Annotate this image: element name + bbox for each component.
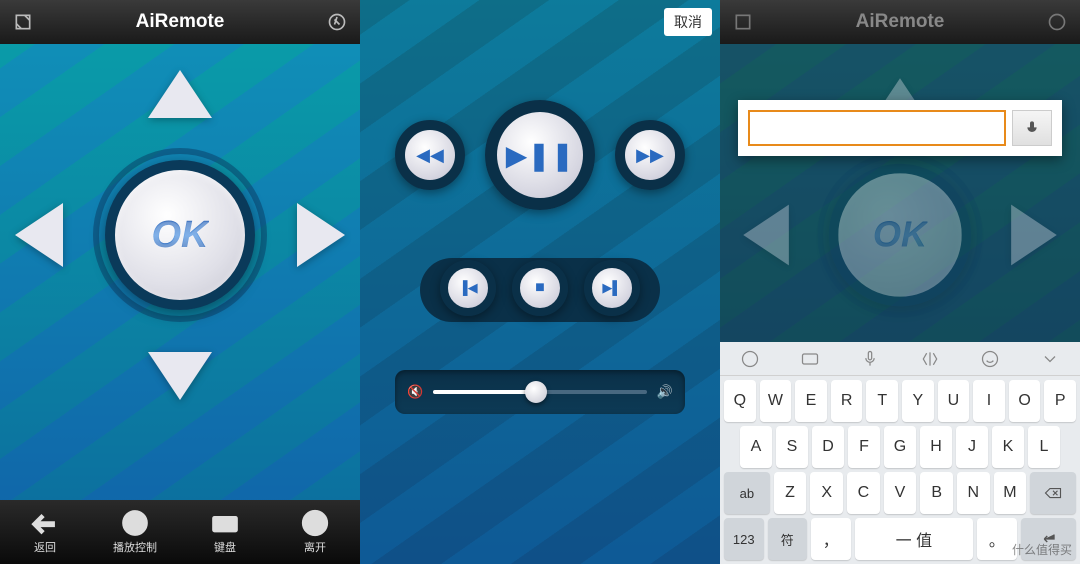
tag-icon[interactable] [322, 7, 352, 37]
key-i[interactable]: I [973, 380, 1005, 422]
nav-play-control[interactable]: 播放控制 [90, 500, 180, 564]
dpad-left[interactable] [15, 203, 63, 267]
kb-emoji-icon[interactable] [980, 349, 1000, 369]
back-arrow-icon [31, 509, 59, 537]
volume-mute-icon: 🔇 [407, 384, 423, 400]
key-backspace[interactable] [1030, 472, 1076, 514]
rewind-icon: ◀◀ [416, 145, 444, 166]
key-c[interactable]: C [847, 472, 880, 514]
key-h[interactable]: H [920, 426, 952, 468]
app-title: AiRemote [758, 11, 1042, 33]
dpad-right[interactable] [297, 203, 345, 267]
expand-icon[interactable] [728, 7, 758, 37]
search-input[interactable] [748, 110, 1006, 146]
tag-icon[interactable] [1042, 7, 1072, 37]
key-w[interactable]: W [760, 380, 792, 422]
expand-icon[interactable] [8, 7, 38, 37]
key-space[interactable]: 一 值 [855, 518, 974, 560]
key-f[interactable]: F [848, 426, 880, 468]
nav-back[interactable]: 返回 [0, 500, 90, 564]
key-s[interactable]: S [776, 426, 808, 468]
dpad-up[interactable] [148, 70, 212, 118]
keyboard-row-3: ab ZXCVBNM [720, 468, 1080, 514]
play-circle-icon [121, 509, 149, 537]
prev-track-button[interactable]: ▐◀ [440, 260, 496, 316]
key-g[interactable]: G [884, 426, 916, 468]
key-q[interactable]: Q [724, 380, 756, 422]
key-enter[interactable] [1021, 518, 1076, 560]
key-numbers[interactable]: 123 [724, 518, 764, 560]
key-o[interactable]: O [1009, 380, 1041, 422]
dpad-ok-button[interactable]: OK [105, 160, 255, 310]
key-a[interactable]: A [740, 426, 772, 468]
key-comma[interactable]: ， [811, 518, 851, 560]
microphone-icon [1024, 120, 1040, 136]
kb-layout-icon[interactable] [800, 349, 820, 369]
volume-slider[interactable]: 🔇 🔊 [395, 370, 685, 414]
rewind-button[interactable]: ◀◀ [395, 120, 465, 190]
volume-thumb[interactable] [525, 381, 547, 403]
kb-microphone-icon[interactable] [860, 349, 880, 369]
keyboard-row-1: QWERTYUIOP [720, 376, 1080, 422]
key-m[interactable]: M [994, 472, 1027, 514]
kb-cursor-icon[interactable] [920, 349, 940, 369]
key-y[interactable]: Y [902, 380, 934, 422]
top-bar: AiRemote [720, 0, 1080, 44]
key-t[interactable]: T [866, 380, 898, 422]
enter-icon [1039, 530, 1057, 548]
key-shift[interactable]: ab [724, 472, 770, 514]
next-track-icon: ▶▌ [602, 280, 621, 296]
key-v[interactable]: V [884, 472, 917, 514]
play-pause-icon: ▶❚❚ [506, 139, 574, 172]
keyboard-icon [211, 509, 239, 537]
play-pause-button[interactable]: ▶❚❚ [485, 100, 595, 210]
key-l[interactable]: L [1028, 426, 1060, 468]
prev-track-icon: ▐◀ [458, 280, 477, 296]
next-track-button[interactable]: ▶▌ [584, 260, 640, 316]
key-r[interactable]: R [831, 380, 863, 422]
volume-max-icon: 🔊 [657, 384, 673, 400]
keyboard-row-2: ASDFGHJKL [720, 422, 1080, 468]
key-b[interactable]: B [920, 472, 953, 514]
keyboard-toolbar [720, 342, 1080, 376]
fast-forward-button[interactable]: ▶▶ [615, 120, 685, 190]
stop-button[interactable]: ■ [512, 260, 568, 316]
bottom-nav: 返回 播放控制 键盘 离开 [0, 500, 360, 564]
key-j[interactable]: J [956, 426, 988, 468]
ok-label: OK [152, 214, 209, 257]
stop-icon: ■ [535, 279, 545, 297]
key-x[interactable]: X [810, 472, 843, 514]
app-title: AiRemote [38, 11, 322, 33]
keyboard: QWERTYUIOP ASDFGHJKL ab ZXCVBNM 123 符 ， … [720, 342, 1080, 564]
dpad: OK [25, 80, 335, 390]
nav-keyboard[interactable]: 键盘 [180, 500, 270, 564]
dpad-down[interactable] [148, 352, 212, 400]
key-symbols[interactable]: 符 [768, 518, 808, 560]
key-period[interactable]: 。 [977, 518, 1017, 560]
key-p[interactable]: P [1044, 380, 1076, 422]
kb-collapse-icon[interactable] [1040, 349, 1060, 369]
top-bar: AiRemote [0, 0, 360, 44]
key-n[interactable]: N [957, 472, 990, 514]
key-k[interactable]: K [992, 426, 1024, 468]
cancel-button[interactable]: 取消 [664, 8, 712, 36]
media-transport-row: ◀◀ ▶❚❚ ▶▶ [395, 100, 685, 210]
keyboard-row-4: 123 符 ， 一 值 。 [720, 514, 1080, 560]
key-u[interactable]: U [938, 380, 970, 422]
search-container [738, 100, 1062, 156]
voice-input-button[interactable] [1012, 110, 1052, 146]
leave-icon [301, 509, 329, 537]
kb-logo-icon[interactable] [740, 349, 760, 369]
key-e[interactable]: E [795, 380, 827, 422]
key-z[interactable]: Z [774, 472, 807, 514]
top-bar: 取消 [360, 0, 720, 44]
fast-forward-icon: ▶▶ [636, 145, 664, 166]
volume-track[interactable] [433, 390, 647, 394]
backspace-icon [1044, 484, 1062, 502]
key-d[interactable]: D [812, 426, 844, 468]
nav-leave[interactable]: 离开 [270, 500, 360, 564]
media-secondary-row: ▐◀ ■ ▶▌ [440, 260, 640, 316]
